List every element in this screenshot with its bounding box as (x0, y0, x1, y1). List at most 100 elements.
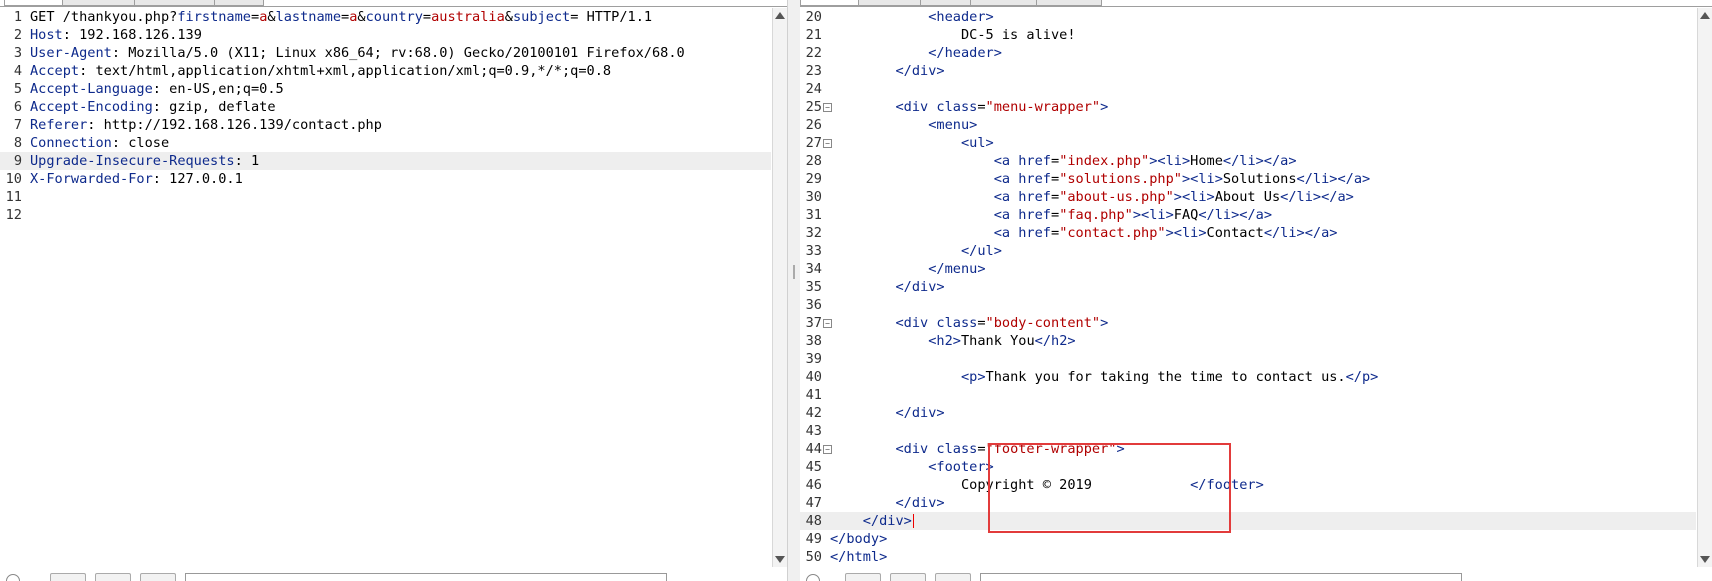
line-number: 22 (805, 45, 822, 61)
code-line[interactable]: 41 (800, 386, 1696, 404)
code-token: = (1051, 225, 1060, 241)
code-line[interactable]: 44− <div class="footer-wrapper"> (800, 440, 1696, 458)
request-text-area[interactable]: 1 GET /thankyou.php?firstname=a&lastname=… (0, 8, 771, 224)
code-line[interactable]: 46 Copyright © 2019 </footer> (800, 476, 1696, 494)
code-line[interactable]: 22 </header> (800, 44, 1696, 62)
code-line[interactable]: 25− <div class="menu-wrapper"> (800, 98, 1696, 116)
response-viewer-pane[interactable]: 20 <header> 21 DC-5 is alive! 22 </header>… (800, 0, 1712, 581)
code-line[interactable]: 9 Upgrade-Insecure-Requests: 1 (0, 152, 771, 170)
code-token: Host (30, 27, 63, 43)
code-line[interactable]: 21 DC-5 is alive! (800, 26, 1696, 44)
tab-render[interactable] (1036, 0, 1102, 6)
line-number: 37 (805, 315, 822, 331)
code-line[interactable]: 42 </div> (800, 404, 1696, 422)
code-token: "about-us.php" (1059, 189, 1174, 205)
code-line[interactable]: 48 </div> (800, 512, 1696, 530)
code-line[interactable]: 27− <ul> (800, 134, 1696, 152)
tab-headers[interactable] (858, 0, 922, 6)
code-line[interactable]: 31 <a href="faq.php"><li>FAQ</li></a> (800, 206, 1696, 224)
search-next-button[interactable] (935, 573, 971, 581)
code-token: <header> (928, 9, 994, 25)
line-text: <h2>Thank You</h2> (830, 332, 1075, 350)
code-line[interactable]: 29 <a href="solutions.php"><li>Solutions… (800, 170, 1696, 188)
response-scrollbar[interactable] (1697, 8, 1712, 567)
response-search-input[interactable] (980, 573, 1462, 581)
code-line[interactable]: 30 <a href="about-us.php"><li>About Us</… (800, 188, 1696, 206)
code-line[interactable]: 32 <a href="contact.php"><li>Contact</li… (800, 224, 1696, 242)
tab-hex[interactable] (920, 0, 972, 6)
splitter-grip-icon[interactable] (793, 265, 795, 279)
code-line[interactable]: 38 <h2>Thank You</h2> (800, 332, 1696, 350)
code-line[interactable]: 37− <div class="body-content"> (800, 314, 1696, 332)
code-line[interactable]: 4 Accept: text/html,application/xhtml+xml… (0, 62, 771, 80)
code-line[interactable]: 26 <menu> (800, 116, 1696, 134)
code-line[interactable]: 45 <footer> (800, 458, 1696, 476)
help-icon[interactable] (806, 574, 820, 581)
response-text-area[interactable]: 20 <header> 21 DC-5 is alive! 22 </header>… (800, 8, 1696, 566)
code-token: "index.php" (1059, 153, 1150, 169)
code-line[interactable]: 50 </html> (800, 548, 1696, 566)
help-icon[interactable] (6, 574, 20, 581)
search-next-button[interactable] (140, 573, 176, 581)
code-line[interactable]: 20 <header> (800, 8, 1696, 26)
line-text: <a href="faq.php"><li>FAQ</li></a> (830, 206, 1272, 224)
line-number: 31 (805, 207, 822, 223)
code-token: </div> (895, 63, 945, 79)
line-number: 49 (805, 531, 822, 547)
code-token: </body> (830, 531, 888, 547)
code-token: = (251, 9, 260, 25)
tab-raw[interactable] (4, 0, 64, 6)
line-text: Connection: close (30, 134, 169, 152)
code-line[interactable]: 28 <a href="index.php"><li>Home</li></a> (800, 152, 1696, 170)
line-text: </div> (830, 62, 945, 80)
code-line[interactable]: 33 </ul> (800, 242, 1696, 260)
code-line[interactable]: 3 User-Agent: Mozilla/5.0 (X11; Linux x86… (0, 44, 771, 62)
line-number: 41 (805, 387, 822, 403)
code-line[interactable]: 23 </div> (800, 62, 1696, 80)
code-line[interactable]: 47 </div> (800, 494, 1696, 512)
code-line[interactable]: 12 (0, 206, 771, 224)
line-number: 32 (805, 225, 822, 241)
scroll-up-arrow-icon[interactable] (775, 12, 785, 19)
code-line[interactable]: 1 GET /thankyou.php?firstname=a&lastname=… (0, 8, 771, 26)
line-number: 23 (805, 63, 822, 79)
code-line[interactable]: 36 (800, 296, 1696, 314)
code-line[interactable]: 7 Referer: http://192.168.126.139/contact… (0, 116, 771, 134)
tab-params[interactable] (62, 0, 136, 6)
code-line[interactable]: 39 (800, 350, 1696, 368)
code-line[interactable]: 40 <p>Thank you for taking the time to c… (800, 368, 1696, 386)
code-token: ><li> (1149, 153, 1191, 169)
code-token: & (267, 9, 276, 25)
tab-raw[interactable] (800, 0, 860, 6)
tab-headers[interactable] (134, 0, 216, 6)
code-token: <div (895, 315, 937, 331)
search-prev-button[interactable] (50, 573, 86, 581)
code-line[interactable]: 24 (800, 80, 1696, 98)
code-line[interactable]: 49 </body> (800, 530, 1696, 548)
code-line[interactable]: 8 Connection: close (0, 134, 771, 152)
code-line[interactable]: 5 Accept-Language: en-US,en;q=0.5 (0, 80, 771, 98)
scroll-down-arrow-icon[interactable] (775, 556, 785, 563)
code-line[interactable]: 35 </div> (800, 278, 1696, 296)
code-line[interactable]: 6 Accept-Encoding: gzip, deflate (0, 98, 771, 116)
tab-hex[interactable] (214, 0, 264, 6)
scroll-up-arrow-icon[interactable] (1700, 12, 1710, 19)
code-line[interactable]: 10 X-Forwarded-For: 127.0.0.1 (0, 170, 771, 188)
search-prev-button[interactable] (845, 573, 881, 581)
line-number: 9 (13, 153, 22, 169)
code-line[interactable]: 11 (0, 188, 771, 206)
code-line[interactable]: 2 Host: 192.168.126.139 (0, 26, 771, 44)
tab-html[interactable] (970, 0, 1038, 6)
code-line[interactable]: 34 </menu> (800, 260, 1696, 278)
request-editor-pane[interactable]: 1 GET /thankyou.php?firstname=a&lastname=… (0, 0, 787, 581)
search-add-button[interactable] (95, 573, 131, 581)
search-add-button[interactable] (890, 573, 926, 581)
scroll-down-arrow-icon[interactable] (1700, 556, 1710, 563)
line-text: </div> (830, 404, 944, 422)
code-line[interactable]: 43 (800, 422, 1696, 440)
request-scrollbar[interactable] (772, 8, 787, 567)
request-search-input[interactable] (185, 573, 667, 581)
code-token: "contact.php" (1059, 225, 1166, 241)
